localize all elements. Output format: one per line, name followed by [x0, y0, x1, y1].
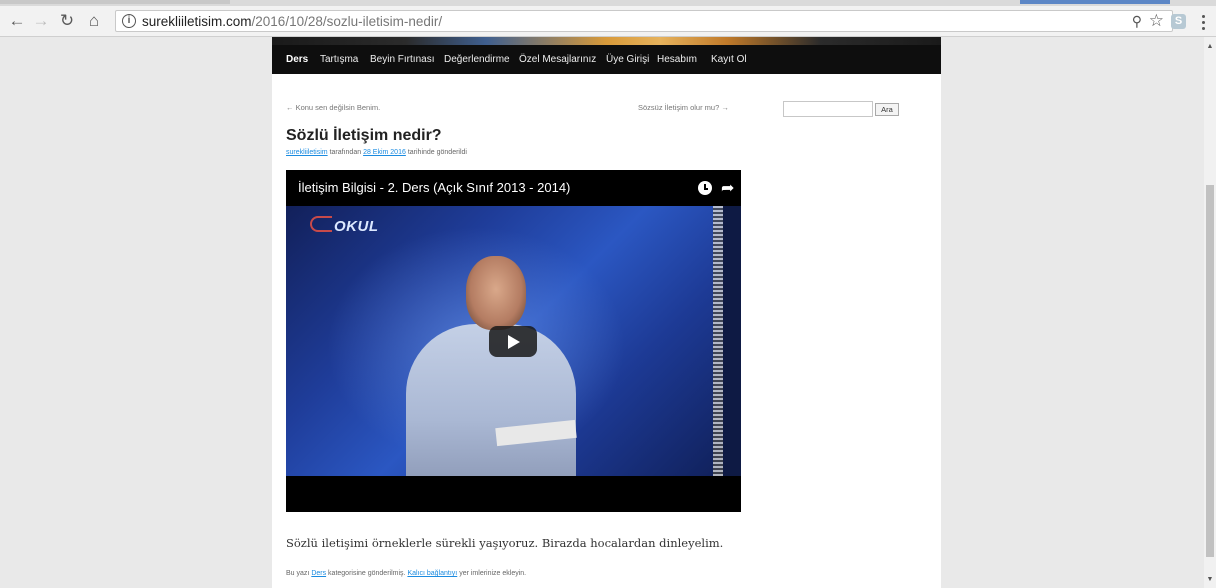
date-link[interactable]: 28 Ekim 2016 — [363, 149, 406, 156]
url-host: surekliiletisim.com — [142, 14, 252, 29]
logo-arrow-icon — [310, 216, 332, 232]
video-stripes — [713, 206, 723, 476]
browser-toolbar: ← → ↻ ⌂ i surekliiletisim.com/2016/10/28… — [0, 6, 1216, 37]
nav-item-tartisma[interactable]: Tartışma — [320, 54, 358, 65]
category-link[interactable]: Ders — [311, 570, 326, 577]
tab-hint[interactable] — [0, 0, 230, 4]
post-footer: Bu yazı Ders kategorisine gönderilmiş. K… — [286, 570, 526, 577]
utility-suffix: yer imlerinize ekleyin. — [459, 570, 527, 577]
play-button[interactable] — [489, 326, 537, 357]
scroll-thumb[interactable] — [1206, 185, 1214, 557]
bookmark-star-icon[interactable]: ☆ — [1149, 11, 1164, 31]
next-post-link[interactable]: Sözsüz İletişim olur mu? → — [638, 103, 729, 112]
page-content: Ders Tartışma Beyin Fırtınası Değerlendi… — [272, 37, 941, 588]
nav-item-degerlendirme[interactable]: Değerlendirme — [444, 54, 510, 65]
address-bar[interactable]: i surekliiletisim.com/2016/10/28/sozlu-i… — [115, 10, 1173, 32]
url-path: /2016/10/28/sozlu-iletisim-nedir/ — [251, 14, 443, 29]
info-icon[interactable]: i — [122, 14, 136, 28]
scroll-up-icon[interactable]: ▲ — [1204, 43, 1216, 53]
utility-mid: kategorisine gönderilmiş. — [328, 570, 406, 577]
extension-icon[interactable]: S — [1171, 14, 1186, 29]
zoom-icon[interactable]: ⚲ — [1132, 13, 1142, 30]
search-input[interactable] — [783, 101, 873, 117]
nav-item-beyin-firtinasi[interactable]: Beyin Fırtınası — [370, 54, 434, 65]
vertical-scrollbar[interactable]: ▲ ▼ — [1204, 37, 1216, 588]
url-text[interactable]: surekliiletisim.com/2016/10/28/sozlu-ile… — [142, 14, 442, 29]
search-button[interactable]: Ara — [875, 103, 899, 116]
header-image — [272, 37, 941, 45]
previous-post-link[interactable]: ← Konu sen değilsin Benim. — [286, 103, 380, 112]
nav-item-ders[interactable]: Ders — [286, 54, 308, 65]
nav-item-hesabim[interactable]: Hesabım — [657, 54, 697, 65]
back-arrow-icon[interactable]: ← — [6, 10, 28, 32]
active-tab-hint[interactable] — [1020, 0, 1170, 4]
forward-arrow-icon[interactable]: → — [30, 10, 52, 32]
channel-logo: OKUL — [310, 216, 379, 235]
logo-text: OKUL — [334, 218, 379, 235]
presenter-head — [466, 256, 526, 330]
nav-item-uye-girisi[interactable]: Üye Girişi — [606, 54, 649, 65]
post-title: Sözlü İletişim nedir? — [286, 127, 442, 144]
post-meta: surekliiletisim tarafından 28 Ekim 2016 … — [286, 149, 467, 156]
nav-item-kayit-ol[interactable]: Kayıt Ol — [711, 54, 747, 65]
utility-prefix: Bu yazı — [286, 570, 310, 577]
browser-menu-icon[interactable] — [1196, 11, 1210, 33]
scroll-down-icon[interactable]: ▼ — [1204, 576, 1216, 586]
page-viewport: Ders Tartışma Beyin Fırtınası Değerlendi… — [0, 37, 1204, 588]
post-body: Sözlü iletişimi örneklerle sürekli yaşıy… — [286, 536, 724, 550]
video-player[interactable]: OKUL İletişim Bilgisi - 2. Ders (Açık Sı… — [286, 170, 741, 512]
meta-by: tarafından — [329, 149, 362, 156]
home-icon[interactable]: ⌂ — [83, 10, 105, 32]
video-edge — [723, 206, 741, 476]
watch-later-icon[interactable] — [698, 181, 712, 195]
reload-icon[interactable]: ↻ — [56, 10, 78, 32]
main-navigation: Ders Tartışma Beyin Fırtınası Değerlendi… — [272, 45, 941, 74]
author-link[interactable]: surekliiletisim — [286, 149, 328, 156]
permalink-link[interactable]: Kalıcı bağlantıyı — [407, 570, 457, 577]
meta-suffix: tarihinde gönderildi — [407, 149, 467, 156]
nav-item-ozel-mesajlariniz[interactable]: Özel Mesajlarınız — [519, 54, 596, 65]
video-title[interactable]: İletişim Bilgisi - 2. Ders (Açık Sınıf 2… — [298, 180, 570, 195]
share-icon[interactable]: ➦ — [721, 178, 734, 198]
